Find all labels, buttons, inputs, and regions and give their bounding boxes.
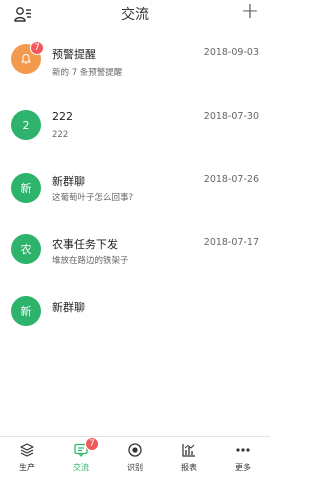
more-icon (234, 441, 252, 459)
conversation-preview: 新的 7 条预警提醒 (52, 68, 123, 78)
tab-production[interactable]: 生产 (0, 437, 54, 480)
conversation-item[interactable]: 2 222 2018-07-30 222 (0, 102, 270, 162)
tab-label: 交流 (73, 463, 89, 472)
tab-label: 识别 (127, 463, 143, 472)
avatar: 2 (11, 110, 41, 140)
unread-badge: 7 (30, 41, 44, 55)
conversation-item[interactable]: 7 预警提醒 2018-09-03 新的 7 条预警提醒 (0, 36, 270, 96)
tab-recognize[interactable]: 识别 (108, 437, 162, 480)
tab-label: 生产 (19, 463, 35, 472)
tab-label: 更多 (235, 463, 251, 472)
conversation-title: 预警提醒 (52, 48, 96, 61)
conversation-title: 222 (52, 110, 73, 123)
tab-label: 报表 (181, 463, 197, 472)
scan-icon (126, 441, 144, 459)
page-title: 交流 (121, 7, 149, 23)
conversation-item[interactable]: 新 新群聊 (0, 291, 270, 351)
chart-icon (180, 441, 198, 459)
bottom-tab-bar: 生产 7 交流 识别 报表 更多 (0, 436, 270, 480)
layers-icon (18, 441, 36, 459)
tab-chat[interactable]: 7 交流 (54, 437, 108, 480)
avatar: 新 (11, 173, 41, 203)
top-header: 交流 + (0, 0, 270, 28)
conversation-date: 2018-07-26 (203, 174, 259, 185)
conversation-date: 2018-07-30 (203, 111, 259, 122)
conversation-preview: 这葡萄叶子怎么回事? (52, 193, 134, 203)
conversation-title: 新群聊 (52, 301, 85, 314)
plus-icon[interactable]: + (240, 1, 260, 24)
conversation-item[interactable]: 农 农事任务下发 2018-07-17 堆放在路边的铁架子 (0, 228, 270, 288)
conversation-preview: 222 (52, 130, 69, 140)
tab-reports[interactable]: 报表 (162, 437, 216, 480)
bell-icon (21, 53, 31, 64)
conversation-item[interactable]: 新 新群聊 2018-07-26 这葡萄叶子怎么回事? (0, 165, 270, 225)
conversation-date: 2018-09-03 (203, 47, 259, 58)
tab-badge: 7 (85, 437, 99, 451)
conversation-title: 新群聊 (52, 175, 85, 188)
tab-more[interactable]: 更多 (216, 437, 270, 480)
conversation-preview: 堆放在路边的铁架子 (52, 256, 129, 266)
conversation-title: 农事任务下发 (52, 238, 118, 251)
avatar: 农 (11, 234, 41, 264)
avatar: 新 (11, 296, 41, 326)
conversation-date: 2018-07-17 (203, 237, 259, 248)
